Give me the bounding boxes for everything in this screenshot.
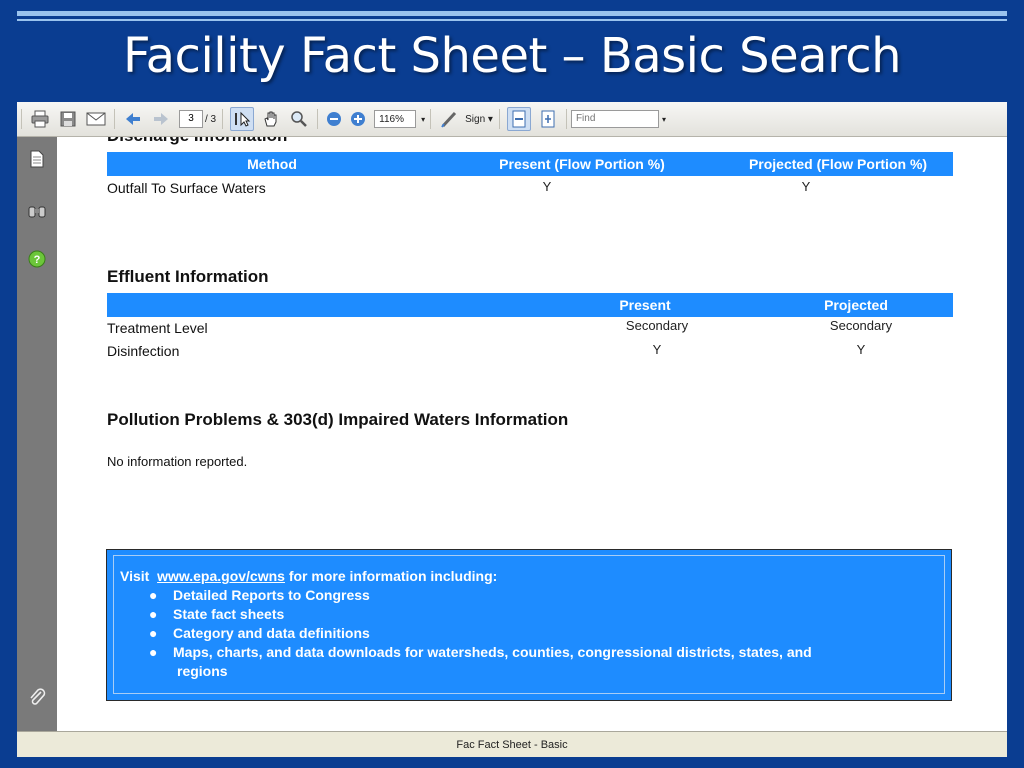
chevron-down-icon: ▾ (487, 113, 493, 125)
hand-tool-icon[interactable] (260, 108, 282, 130)
bullet-item: ● Category and data definitions (149, 625, 370, 641)
effluent-table-header: Present Projected (107, 293, 953, 317)
document-page: Discharge Information Method Present (Fl… (57, 137, 1007, 731)
info-box-inner: Visit www.epa.gov/cwns for more informat… (113, 555, 945, 694)
next-page-icon[interactable] (150, 108, 172, 130)
sign-pen-icon[interactable] (438, 108, 460, 130)
navigation-sidebar: ? (17, 137, 57, 731)
column-header-projected: Projected (Flow Portion %) (748, 156, 928, 172)
zoom-level-select[interactable]: 116% ▾ (374, 110, 425, 128)
column-header-projected: Projected (824, 297, 888, 313)
sign-label: Sign (465, 113, 486, 125)
toolbar-separator (222, 109, 224, 129)
disinfection-projected: Y (856, 342, 866, 357)
pdf-reader-window: / 3 116% ▾ Sign ▾ (17, 102, 1007, 757)
bullet-dot-icon: ● (149, 644, 158, 660)
top-rule (17, 11, 1007, 16)
treatment-level-projected: Secondary (829, 318, 893, 333)
column-header-present: Present (619, 297, 671, 313)
discharge-projected-value: Y (801, 179, 811, 194)
page-number-input[interactable] (179, 110, 203, 128)
chevron-down-icon[interactable]: ▾ (662, 115, 666, 124)
pollution-section-title: Pollution Problems & 303(d) Impaired Wat… (107, 410, 569, 429)
reader-toolbar: / 3 116% ▾ Sign ▾ (17, 102, 1007, 137)
fit-page-icon[interactable] (506, 107, 531, 131)
bullet-text: Detailed Reports to Congress (173, 587, 370, 603)
slide-title: Facility Fact Sheet – Basic Search (122, 28, 902, 84)
toolbar-separator (498, 109, 500, 129)
help-icon[interactable]: ? (27, 249, 47, 269)
bullet-text: State fact sheets (173, 606, 285, 622)
toolbar-separator (317, 109, 319, 129)
treatment-level-label: Treatment Level (107, 320, 208, 336)
prev-page-icon[interactable] (122, 108, 144, 130)
cwns-link[interactable]: www.epa.gov/cwns (157, 568, 285, 584)
binoculars-icon[interactable] (27, 201, 47, 221)
discharge-section-title: Discharge Information (107, 137, 287, 146)
email-icon[interactable] (85, 108, 107, 130)
bullet-item: ● State fact sheets (149, 606, 285, 622)
status-bar: Fac Fact Sheet - Basic (17, 731, 1007, 757)
bullet-item: ● Maps, charts, and data downloads for wa… (149, 644, 812, 660)
page-total-label: / 3 (205, 113, 217, 125)
toolbar-grip (21, 109, 22, 129)
effluent-section-title: Effluent Information (107, 267, 269, 286)
toolbar-separator (430, 109, 432, 129)
info-box: Visit www.epa.gov/cwns for more informat… (106, 549, 952, 701)
bullet-text: Maps, charts, and data downloads for wat… (173, 644, 812, 660)
column-header-present: Present (Flow Portion %) (499, 156, 665, 172)
select-tool-icon[interactable] (230, 107, 255, 131)
zoom-tool-icon[interactable] (288, 108, 310, 130)
bullet-text: Category and data definitions (173, 625, 370, 641)
sign-menu-button[interactable]: Sign ▾ (465, 114, 493, 125)
zoom-in-icon[interactable] (347, 108, 369, 130)
disinfection-label: Disinfection (107, 343, 180, 359)
bullet-dot-icon: ● (149, 625, 158, 641)
info-intro: Visit www.epa.gov/cwns for more informat… (120, 568, 497, 584)
bullet-dot-icon: ● (149, 606, 158, 622)
print-icon[interactable] (29, 108, 51, 130)
chevron-down-icon[interactable]: ▾ (421, 111, 425, 129)
discharge-table-header: Method Present (Flow Portion %) Projecte… (107, 152, 953, 176)
save-icon[interactable] (57, 108, 79, 130)
svg-text:?: ? (34, 254, 41, 266)
bullet-dot-icon: ● (149, 587, 158, 603)
zoom-level-value: 116% (379, 114, 404, 125)
pages-icon[interactable] (27, 149, 47, 169)
pollution-message: No information reported. (107, 454, 248, 469)
bullet-item: ● Detailed Reports to Congress (149, 587, 370, 603)
toolbar-separator (114, 109, 115, 129)
full-screen-icon[interactable] (537, 108, 559, 130)
discharge-row-label: Outfall To Surface Waters (107, 180, 266, 196)
column-header-method: Method (247, 156, 297, 172)
zoom-out-icon[interactable] (323, 108, 345, 130)
info-visit-text: Visit (120, 568, 150, 584)
toolbar-separator (565, 109, 567, 129)
find-input[interactable] (570, 110, 659, 128)
top-rule-thin (17, 19, 1007, 21)
discharge-present-value: Y (542, 179, 552, 194)
disinfection-present: Y (652, 342, 662, 357)
attachment-icon[interactable] (27, 687, 47, 707)
treatment-level-present: Secondary (625, 318, 689, 333)
bullet-continuation: regions (177, 663, 228, 679)
info-suffix-text: for more information including: (288, 568, 498, 584)
